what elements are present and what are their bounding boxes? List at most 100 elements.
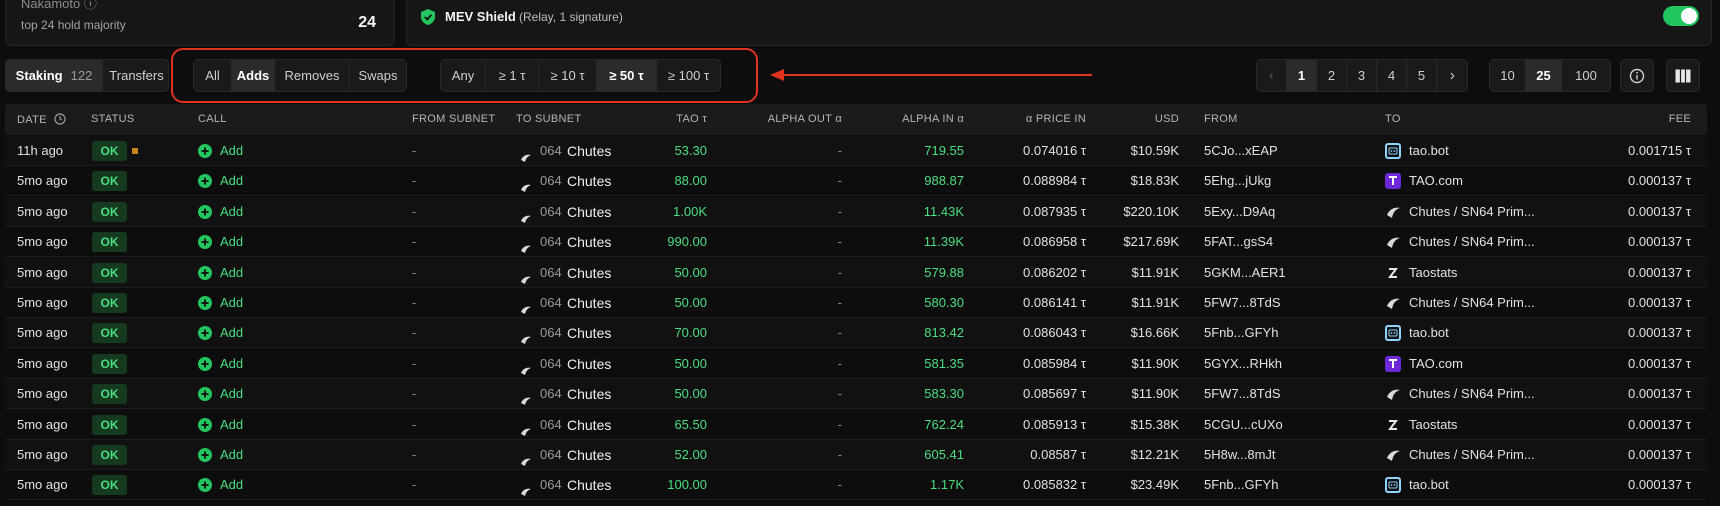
to-subnet-name[interactable]: Chutes <box>567 227 611 257</box>
tab-staking[interactable]: Staking 122 <box>6 60 103 91</box>
from-address-link[interactable]: 5Exy...D9Aq <box>1204 197 1275 227</box>
call-cell[interactable]: Add <box>220 197 243 227</box>
alpha-in-cell: 813.42 <box>924 325 964 341</box>
columns-button[interactable] <box>1666 59 1700 92</box>
to-subnet-name[interactable]: Chutes <box>567 136 611 166</box>
tab-transfers[interactable]: Transfers <box>103 60 168 91</box>
table-row[interactable]: 5mo ago OK Add - 064 Chutes 50.00 - 579.88 0.0862… <box>5 257 1707 288</box>
table-row[interactable]: 11h ago OK Add - 064 Chutes 53.30 - 719.55 0.0740… <box>5 136 1707 166</box>
from-address-link[interactable]: 5GYX...RHkh <box>1204 349 1282 379</box>
call-cell[interactable]: Add <box>220 379 243 409</box>
page-size-option-100[interactable]: 100 <box>1562 60 1610 91</box>
table-row[interactable]: 5mo ago OK Add - 064 Chutes 52.00 - 605.41 0.0858… <box>5 440 1707 470</box>
from-address-link[interactable]: 5H8w...8mJt <box>1204 440 1276 470</box>
pagination-prev-button[interactable] <box>1257 60 1287 91</box>
call-cell[interactable]: Add <box>220 227 243 257</box>
plus-circle-icon <box>198 144 212 158</box>
info-button[interactable] <box>1620 59 1654 92</box>
to-subnet-name[interactable]: Chutes <box>567 410 611 440</box>
mev-shield-toggle[interactable] <box>1663 6 1699 26</box>
header-usd[interactable]: USD <box>1155 113 1179 125</box>
call-cell[interactable]: Add <box>220 258 243 288</box>
to-address-link[interactable]: Chutes / SN64 Prim... <box>1409 227 1535 257</box>
alpha-price-cell: 0.085913 τ <box>1023 416 1086 432</box>
header-call[interactable]: CALL <box>198 113 227 125</box>
call-cell[interactable]: Add <box>220 318 243 348</box>
to-address-link[interactable]: tao.bot <box>1409 318 1449 348</box>
call-cell[interactable]: Add <box>220 440 243 470</box>
header-price[interactable]: α PRICE IN <box>1026 113 1086 125</box>
to-subnet-name[interactable]: Chutes <box>567 288 611 318</box>
clock-icon[interactable] <box>54 113 66 125</box>
from-address-link[interactable]: 5Ehg...jUkg <box>1204 166 1271 196</box>
page-size-option-10[interactable]: 10 <box>1490 60 1526 91</box>
header-alpha-out[interactable]: ALPHA OUT α <box>768 113 842 125</box>
header-tao[interactable]: TAO τ <box>676 113 707 125</box>
from-address-link[interactable]: 5Fnb...GFYh <box>1204 470 1278 500</box>
call-cell[interactable]: Add <box>220 410 243 440</box>
page-size-option-25[interactable]: 25 <box>1526 60 1562 91</box>
from-address-link[interactable]: 5CJo...xEAP <box>1204 136 1278 166</box>
header-to[interactable]: TO <box>1385 113 1401 125</box>
alpha-in-cell: 581.35 <box>924 355 964 371</box>
to-address-link[interactable]: Chutes / SN64 Prim... <box>1409 288 1535 318</box>
date-cell: 5mo ago <box>17 325 68 341</box>
header-date[interactable]: DATE <box>17 113 66 126</box>
to-subnet-name[interactable]: Chutes <box>567 318 611 348</box>
table-row[interactable]: 5mo ago OK Add - 064 Chutes 70.00 - 813.42 0.0860… <box>5 318 1707 349</box>
to-subnet-name[interactable]: Chutes <box>567 258 611 288</box>
table-row[interactable]: 5mo ago OK Add - 064 Chutes 100.00 - 1.17K 0.0858… <box>5 470 1707 501</box>
to-subnet-name[interactable]: Chutes <box>567 470 611 500</box>
to-subnet-number: 064 <box>540 477 562 493</box>
header-from[interactable]: FROM <box>1204 113 1238 125</box>
to-address-link[interactable]: Chutes / SN64 Prim... <box>1409 379 1535 409</box>
to-subnet-name[interactable]: Chutes <box>567 197 611 227</box>
alpha-price-cell: 0.086141 τ <box>1023 295 1086 310</box>
to-address-link[interactable]: tao.bot <box>1409 470 1449 500</box>
to-address-link[interactable]: TAO.com <box>1409 166 1463 196</box>
to-address-link[interactable]: Taostats <box>1409 410 1457 440</box>
page-button-1[interactable]: 1 <box>1287 60 1317 91</box>
call-cell[interactable]: Add <box>220 470 243 500</box>
to-address-link[interactable]: Taostats <box>1409 258 1457 288</box>
from-address-link[interactable]: 5CGU...cUXo <box>1204 410 1283 440</box>
call-cell[interactable]: Add <box>220 349 243 379</box>
from-address-link[interactable]: 5Fnb...GFYh <box>1204 318 1278 348</box>
table-row[interactable]: 5mo ago OK Add - 064 Chutes 50.00 - 583.30 0.0856… <box>5 379 1707 410</box>
header-fee[interactable]: FEE <box>1669 113 1691 125</box>
header-from-subnet[interactable]: FROM SUBNET <box>412 113 495 125</box>
header-alpha-in[interactable]: ALPHA IN α <box>902 113 964 125</box>
tao-amount-cell: 50.00 <box>674 355 707 371</box>
from-address-link[interactable]: 5FAT...gsS4 <box>1204 227 1273 257</box>
to-subnet-name[interactable]: Chutes <box>567 349 611 379</box>
to-subnet-number: 064 <box>540 264 562 280</box>
table-row[interactable]: 5mo ago OK Add - 064 Chutes 990.00 - 11.39K 0.086… <box>5 227 1707 258</box>
to-address-link[interactable]: Chutes / SN64 Prim... <box>1409 197 1535 227</box>
to-subnet-name[interactable]: Chutes <box>567 440 611 470</box>
header-status[interactable]: STATUS <box>91 113 135 125</box>
to-address-link[interactable]: tao.bot <box>1409 136 1449 166</box>
to-address-link[interactable]: Chutes / SN64 Prim... <box>1409 440 1535 470</box>
table-row[interactable]: 5mo ago OK Add - 064 Chutes 50.00 - 581.35 0.0859… <box>5 348 1707 379</box>
page-button-2[interactable]: 2 <box>1317 60 1347 91</box>
to-address-link[interactable]: TAO.com <box>1409 349 1463 379</box>
header-to-subnet[interactable]: TO SUBNET <box>516 113 581 125</box>
table-row[interactable]: 5mo ago OK Add - 064 Chutes 1.00K - 11.43K 0.0879… <box>5 196 1707 227</box>
pagination-next-button[interactable] <box>1437 60 1467 91</box>
date-cell: 5mo ago <box>17 173 68 189</box>
table-row[interactable]: 5mo ago OK Add - 064 Chutes 88.00 - 988.87 0.0889… <box>5 166 1707 197</box>
page-button-4[interactable]: 4 <box>1377 60 1407 91</box>
page-button-5[interactable]: 5 <box>1407 60 1437 91</box>
page-button-3[interactable]: 3 <box>1347 60 1377 91</box>
plus-circle-icon <box>198 204 212 219</box>
call-cell[interactable]: Add <box>220 288 243 318</box>
table-row[interactable]: 5mo ago OK Add - 064 Chutes 65.50 - 762.24 0.0859… <box>5 409 1707 440</box>
to-subnet-name[interactable]: Chutes <box>567 379 611 409</box>
from-address-link[interactable]: 5FW7...8TdS <box>1204 379 1281 409</box>
call-cell[interactable]: Add <box>220 166 243 196</box>
call-cell[interactable]: Add <box>220 136 243 166</box>
from-address-link[interactable]: 5FW7...8TdS <box>1204 288 1281 318</box>
from-address-link[interactable]: 5GKM...AER1 <box>1204 258 1286 288</box>
to-subnet-name[interactable]: Chutes <box>567 166 611 196</box>
table-row[interactable]: 5mo ago OK Add - 064 Chutes 50.00 - 580.30 0.0861… <box>5 288 1707 318</box>
